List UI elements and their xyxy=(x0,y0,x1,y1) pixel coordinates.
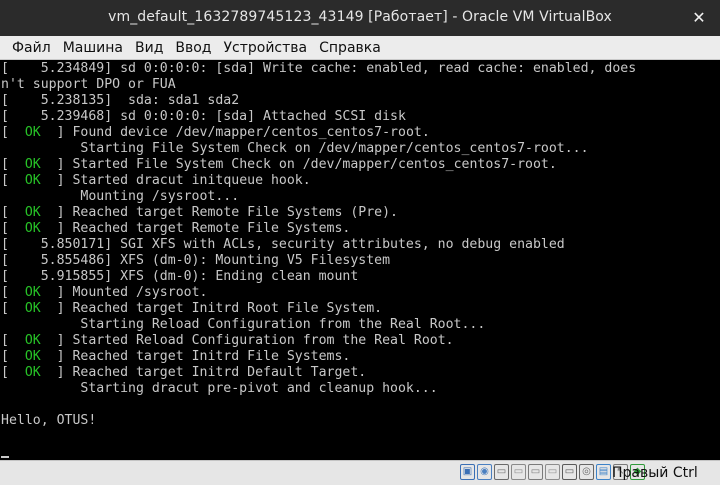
cpu-icon[interactable]: ▤ xyxy=(596,464,611,480)
console-line: Starting Reload Configuration from the R… xyxy=(1,317,486,332)
close-button[interactable]: ✕ xyxy=(688,7,710,29)
console-line: [ OK ] Found device /dev/mapper/centos_c… xyxy=(1,125,430,140)
console-line: [ 5.239468] sd 0:0:0:0: [sda] Attached S… xyxy=(1,109,406,124)
console-output: [ 5.234849] sd 0:0:0:0: [sda] Write cach… xyxy=(1,61,636,429)
host-key-label: Правый Ctrl xyxy=(612,465,698,481)
virtualbox-window: vm_default_1632789745123_43149 [Работает… xyxy=(0,0,720,485)
audio-icon[interactable]: ▭ xyxy=(494,464,509,480)
console-line: Hello, OTUS! xyxy=(1,413,97,428)
console-line: Mounting /sysroot... xyxy=(1,189,240,204)
console-line: [ OK ] Mounted /sysroot. xyxy=(1,285,208,300)
shared-folders-icon[interactable]: ▭ xyxy=(545,464,560,480)
console-line: Starting File System Check on /dev/mappe… xyxy=(1,141,589,156)
menu-input[interactable]: Ввод xyxy=(169,37,217,59)
console-line: [ OK ] Reached target Initrd Default Tar… xyxy=(1,365,367,380)
console-line: [ OK ] Started File System Check on /dev… xyxy=(1,157,557,172)
menu-bar: Файл Машина Вид Ввод Устройства Справка xyxy=(0,36,720,60)
console-line: [ OK ] Reached target Initrd File System… xyxy=(1,349,351,364)
ok-status: OK xyxy=(24,285,41,300)
ok-status: OK xyxy=(24,349,41,364)
console-line: [ OK ] Reached target Remote File System… xyxy=(1,221,351,236)
text-cursor xyxy=(1,456,9,458)
console-line: [ OK ] Started Reload Configuration from… xyxy=(1,333,454,348)
ok-status: OK xyxy=(24,173,41,188)
ok-status: OK xyxy=(24,205,41,220)
console-line: [ 5.855486] XFS (dm-0): Mounting V5 File… xyxy=(1,253,391,268)
menu-help[interactable]: Справка xyxy=(313,37,387,59)
status-bar: ▣ ◉ ▭ ▭ ▭ ▭ ▭ ◎ ▤ ↖ ◆ Правый Ctrl xyxy=(0,460,720,485)
menu-machine[interactable]: Машина xyxy=(57,37,129,59)
console-line: [ 5.238135] sda: sda1 sda2 xyxy=(1,93,240,108)
display-icon[interactable]: ▭ xyxy=(562,464,577,480)
console-line: [ OK ] Reached target Remote File System… xyxy=(1,205,398,220)
optical-drive-icon[interactable]: ◉ xyxy=(477,464,492,480)
console-line: [ 5.850171] SGI XFS with ACLs, security … xyxy=(1,237,565,252)
window-title: vm_default_1632789745123_43149 [Работает… xyxy=(108,9,612,25)
close-icon: ✕ xyxy=(692,8,706,27)
vm-console-screen[interactable]: [ 5.234849] sd 0:0:0:0: [sda] Write cach… xyxy=(0,60,720,460)
network-icon[interactable]: ▭ xyxy=(511,464,526,480)
menu-devices[interactable]: Устройства xyxy=(218,37,314,59)
title-bar[interactable]: vm_default_1632789745123_43149 [Работает… xyxy=(0,0,720,36)
menu-view[interactable]: Вид xyxy=(129,37,169,59)
ok-status: OK xyxy=(24,125,41,140)
hard-disk-icon[interactable]: ▣ xyxy=(460,464,475,480)
usb-icon[interactable]: ▭ xyxy=(528,464,543,480)
ok-status: OK xyxy=(24,157,41,172)
ok-status: OK xyxy=(24,301,41,316)
ok-status: OK xyxy=(24,221,41,236)
ok-status: OK xyxy=(24,333,41,348)
console-line: [ 5.915855] XFS (dm-0): Ending clean mou… xyxy=(1,269,359,284)
console-line: Starting dracut pre-pivot and cleanup ho… xyxy=(1,381,438,396)
menu-file[interactable]: Файл xyxy=(6,37,57,59)
console-line: [ 5.234849] sd 0:0:0:0: [sda] Write cach… xyxy=(1,61,637,76)
ok-status: OK xyxy=(24,365,41,380)
video-capture-icon[interactable]: ◎ xyxy=(579,464,594,480)
console-line: [ OK ] Reached target Initrd Root File S… xyxy=(1,301,383,316)
console-line: n't support DPO or FUA xyxy=(1,77,176,92)
console-line: [ OK ] Started dracut initqueue hook. xyxy=(1,173,311,188)
